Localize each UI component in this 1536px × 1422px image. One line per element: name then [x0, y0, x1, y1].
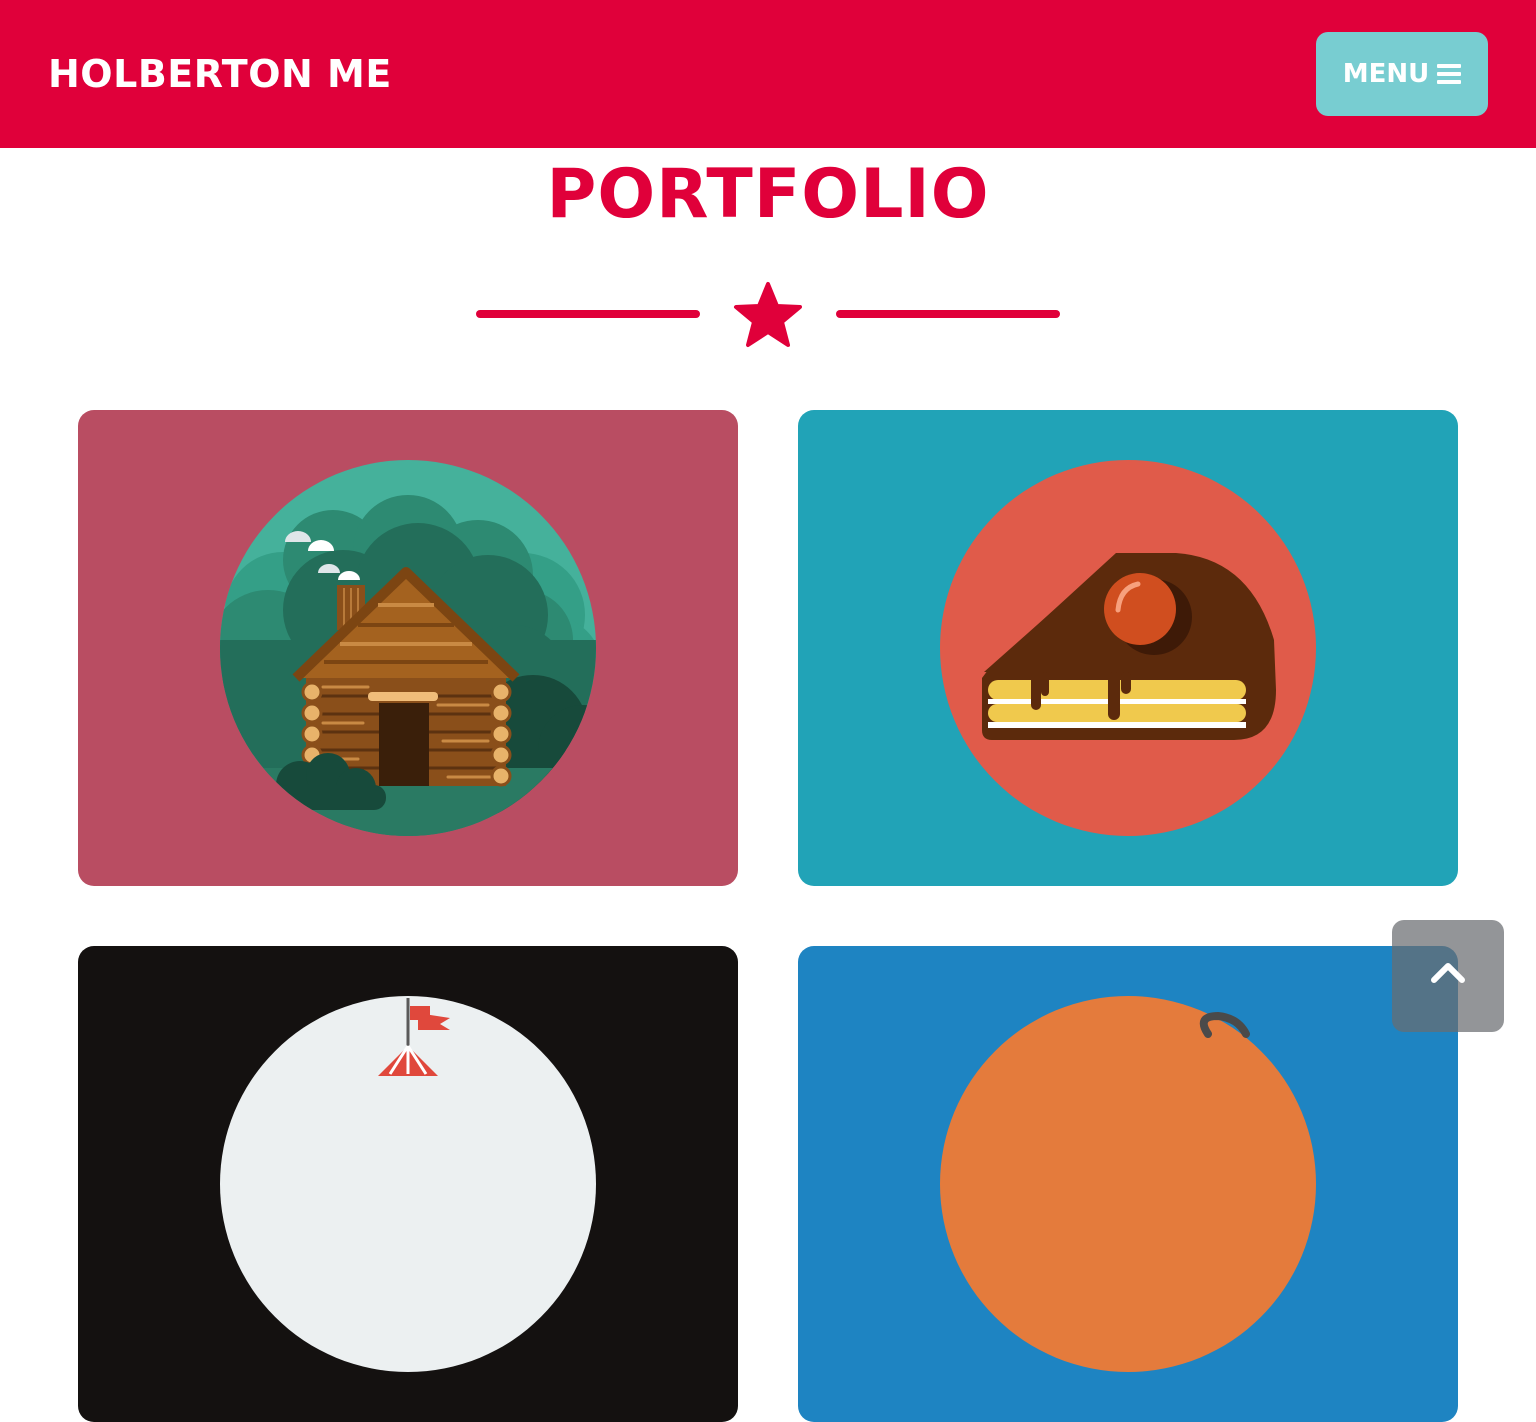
cake-illustration [940, 460, 1316, 836]
portfolio-item-cake[interactable] [798, 410, 1458, 886]
brand-link[interactable]: HOLBERTON ME [48, 50, 392, 98]
divider-line-right [836, 310, 1060, 318]
cabin-illustration [220, 460, 596, 836]
star-icon [734, 282, 802, 347]
navbar: HOLBERTON ME MENU [0, 0, 1536, 148]
portfolio-item-cabin[interactable] [78, 410, 738, 886]
hamburger-icon [1437, 64, 1462, 84]
portfolio-item-circus[interactable] [78, 946, 738, 1422]
menu-button[interactable]: MENU [1316, 32, 1488, 116]
divider-line-left [476, 310, 700, 318]
portfolio-item-game[interactable] [798, 946, 1458, 1422]
chevron-up-icon [1431, 963, 1465, 983]
page-title: PORTFOLIO [546, 155, 990, 234]
circus-tent-illustration [220, 996, 596, 1372]
menu-label: MENU [1342, 59, 1430, 89]
scroll-to-top-button[interactable] [1392, 920, 1504, 1032]
game-controller-illustration [940, 996, 1316, 1372]
